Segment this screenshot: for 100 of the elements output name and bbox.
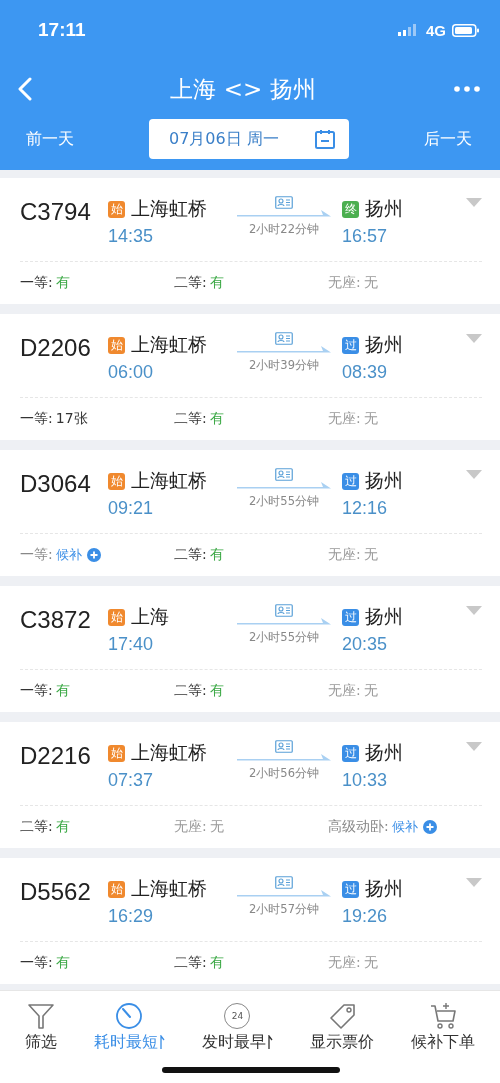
travel-duration: 2小时22分钟	[249, 222, 319, 237]
back-button[interactable]	[18, 77, 32, 101]
seat-availability: 无	[363, 682, 378, 700]
add-icon[interactable]	[422, 820, 437, 834]
page-title: 上海 <> 扬州	[170, 74, 316, 104]
battery-icon	[452, 23, 480, 37]
seat-class-label: 无座:	[328, 954, 361, 972]
station-badge: 始	[108, 336, 125, 354]
departure-time: 07:37	[108, 770, 155, 791]
dropdown-caret-icon[interactable]	[466, 742, 482, 751]
filter-icon	[26, 1001, 55, 1030]
departure-time: 17:40	[108, 634, 155, 655]
toolbar-tab[interactable]: 筛选	[24, 1001, 57, 1053]
station-badge: 过	[342, 472, 359, 490]
departure-time: 14:35	[108, 226, 155, 247]
arrival-time: 20:35	[342, 634, 389, 655]
station-name: 扬州	[365, 332, 403, 357]
station-name: 上海虹桥	[131, 196, 207, 221]
train-number: D5562	[20, 878, 92, 906]
dropdown-caret-icon[interactable]	[466, 198, 482, 207]
seat-class-label: 一等:	[20, 954, 53, 972]
train-card[interactable]: C3794 始 上海虹桥 14:35 2小时22分钟 终 扬州 16:57 一等: 有 二等: 有 无座: 无	[0, 178, 500, 304]
station-name: 上海	[131, 604, 169, 629]
train-card[interactable]: C3872 始 上海 17:40 2小时55分钟 过 扬州 20:35 一等: 有 二等: 有 无座: 无	[0, 586, 500, 712]
seat-class-label: 一等:	[20, 410, 53, 428]
station-name: 上海虹桥	[131, 876, 207, 901]
id-card-icon	[275, 332, 293, 345]
toolbar-tab[interactable]: 24 发时最早	[201, 1001, 273, 1053]
arrival-time: 10:33	[342, 770, 389, 791]
train-number: D2206	[20, 334, 92, 362]
train-card[interactable]: D3064 始 上海虹桥 09:21 2小时55分钟 过 扬州 12:16 一等: 候补 二等: 有 无座: 无	[0, 450, 500, 576]
seat-availability: 有	[209, 410, 224, 428]
date-text: 07月06日 周一	[169, 128, 279, 150]
add-icon[interactable]	[86, 548, 101, 562]
dropdown-caret-icon[interactable]	[466, 606, 482, 615]
dropdown-caret-icon[interactable]	[466, 878, 482, 887]
seat-class-label: 二等:	[174, 274, 207, 292]
seat-availability: 无	[363, 546, 378, 564]
station-badge: 始	[108, 472, 125, 490]
seat-availability: 有	[55, 682, 70, 700]
station-badge: 过	[342, 880, 359, 898]
toolbar-tab[interactable]: 耗时最短	[93, 1001, 165, 1053]
toolbar-tab[interactable]: 显示票价	[310, 1001, 375, 1053]
travel-duration: 2小时57分钟	[249, 902, 319, 917]
departure-time: 16:29	[108, 906, 155, 927]
train-number: D3064	[20, 470, 92, 498]
station-badge: 始	[108, 200, 125, 218]
travel-duration: 2小时55分钟	[249, 630, 319, 645]
id-card-icon	[275, 876, 293, 889]
train-number: D2216	[20, 742, 92, 770]
seat-availability: 有	[55, 954, 70, 972]
network-label: 4G	[426, 21, 446, 39]
seat-availability: 17张	[55, 410, 88, 428]
train-card[interactable]: D5562 始 上海虹桥 16:29 2小时57分钟 过 扬州 19:26 一等: 有 二等: 有 无座: 无	[0, 858, 500, 984]
seat-class-label: 高级动卧:	[328, 818, 389, 836]
station-name: 扬州	[365, 468, 403, 493]
id-card-icon	[275, 604, 293, 617]
departure-time: 09:21	[108, 498, 155, 519]
travel-duration: 2小时39分钟	[249, 358, 319, 373]
station-badge: 过	[342, 744, 359, 762]
train-card[interactable]: D2206 始 上海虹桥 06:00 2小时39分钟 过 扬州 08:39 一等: 17张 二等: 有 无座: 无	[0, 314, 500, 440]
calendar-icon	[315, 129, 335, 149]
station-name: 扬州	[365, 876, 403, 901]
seat-availability: 有	[55, 818, 70, 836]
station-badge: 始	[108, 608, 125, 626]
departure-time: 06:00	[108, 362, 155, 383]
arrival-time: 12:16	[342, 498, 389, 519]
seat-class-label: 二等:	[174, 410, 207, 428]
seat-class-label: 二等:	[174, 682, 207, 700]
date-picker[interactable]: 07月06日 周一	[149, 119, 349, 159]
seat-availability: 候补	[391, 818, 418, 836]
seat-availability: 有	[209, 954, 224, 972]
travel-duration: 2小时55分钟	[249, 494, 319, 509]
seat-class-label: 无座:	[328, 546, 361, 564]
dropdown-caret-icon[interactable]	[466, 334, 482, 343]
seat-availability: 无	[363, 274, 378, 292]
station-badge: 过	[342, 608, 359, 626]
toolbar-tab[interactable]: 候补下单	[411, 1001, 476, 1053]
train-card[interactable]: D2216 始 上海虹桥 07:37 2小时56分钟 过 扬州 10:33 二等: 有 无座: 无 高级动卧: 候补	[0, 722, 500, 848]
dropdown-caret-icon[interactable]	[466, 470, 482, 479]
seat-availability: 有	[209, 274, 224, 292]
arrival-time: 16:57	[342, 226, 389, 247]
id-card-icon	[275, 196, 293, 209]
status-time: 17:11	[38, 19, 86, 41]
seat-class-label: 一等:	[20, 546, 53, 564]
seat-availability: 无	[363, 410, 378, 428]
seat-class-label: 二等:	[20, 818, 53, 836]
tag-icon	[328, 1001, 357, 1030]
travel-duration: 2小时56分钟	[249, 766, 319, 781]
more-button[interactable]	[454, 86, 480, 92]
more-icon	[454, 86, 480, 92]
timer-icon	[115, 1001, 144, 1030]
seat-class-label: 一等:	[20, 682, 53, 700]
station-name: 扬州	[365, 740, 403, 765]
station-badge: 始	[108, 880, 125, 898]
seat-class-label: 二等:	[174, 954, 207, 972]
seat-class-label: 二等:	[174, 546, 207, 564]
seat-availability: 有	[209, 546, 224, 564]
seat-class-label: 一等:	[20, 274, 53, 292]
train-number: C3794	[20, 198, 92, 226]
